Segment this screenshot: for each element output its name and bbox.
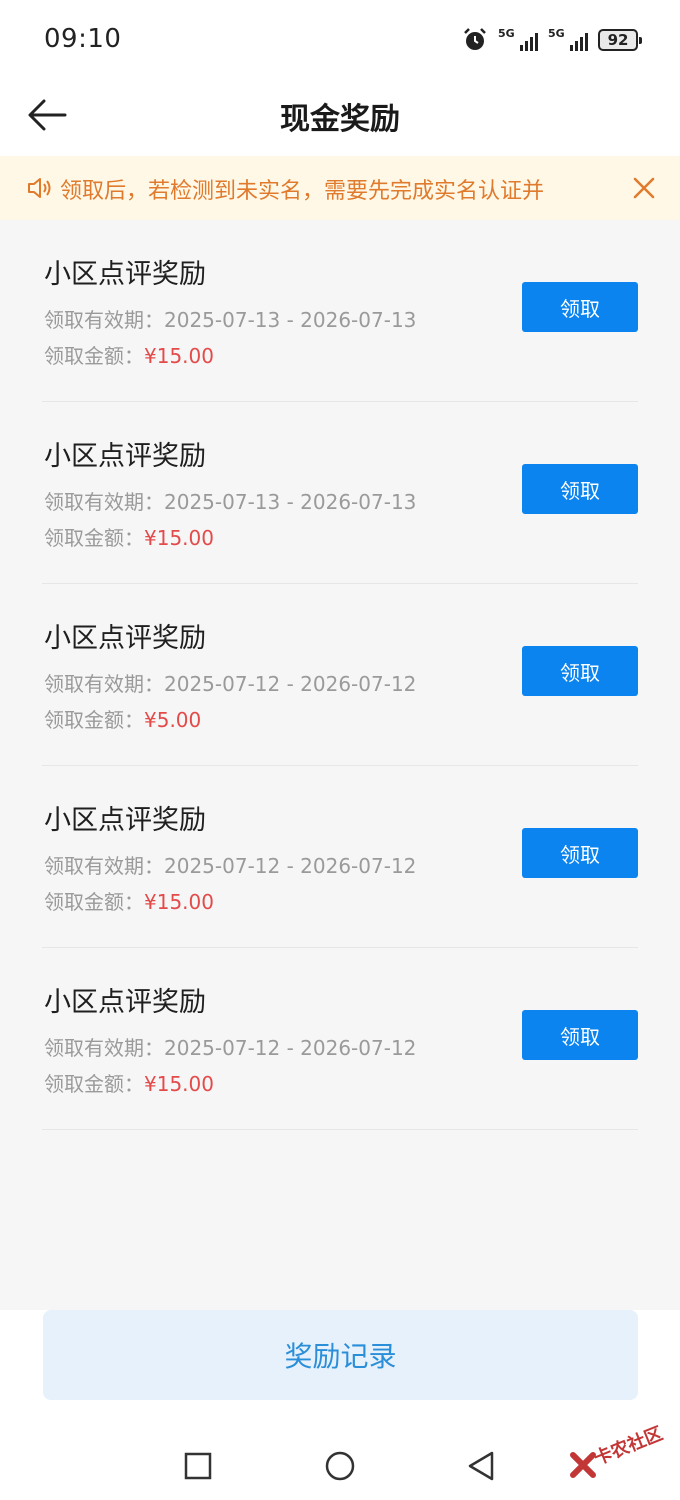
reward-validity: 领取有效期：2025-07-12 - 2026-07-12: [44, 672, 417, 696]
recents-square-icon[interactable]: [180, 1448, 216, 1484]
reward-records-button[interactable]: 奖励记录: [43, 1310, 638, 1400]
reward-title: 小区点评奖励: [44, 259, 206, 290]
battery-level: 92: [607, 31, 629, 49]
watermark: 卡农社区: [568, 1410, 668, 1490]
bottom-area: 奖励记录: [0, 1310, 680, 1420]
reward-validity: 领取有效期：2025-07-12 - 2026-07-12: [44, 1036, 417, 1060]
reward-amount: ¥5.00: [144, 708, 202, 732]
page-title: 现金奖励: [280, 102, 400, 137]
battery-icon: 92: [598, 29, 642, 51]
reward-title: 小区点评奖励: [44, 441, 206, 472]
claim-button[interactable]: 领取: [522, 282, 638, 332]
list-item: 小区点评奖励 领取有效期：2025-07-13 - 2026-07-13 领取金…: [42, 220, 638, 402]
speaker-icon: [28, 178, 51, 198]
reward-amount-row: 领取金额：¥15.00: [44, 526, 214, 550]
list-item: 小区点评奖励 领取有效期：2025-07-12 - 2026-07-12 领取金…: [42, 584, 638, 766]
claim-button[interactable]: 领取: [522, 464, 638, 514]
notice-close-button[interactable]: [628, 172, 660, 204]
claim-button[interactable]: 领取: [522, 646, 638, 696]
signal-icon: 5G: [498, 27, 538, 53]
reward-amount: ¥15.00: [144, 344, 214, 368]
reward-amount: ¥15.00: [144, 526, 214, 550]
reward-amount-row: 领取金额：¥5.00: [44, 708, 202, 732]
list-item: 小区点评奖励 领取有效期：2025-07-12 - 2026-07-12 领取金…: [42, 766, 638, 948]
claim-button[interactable]: 领取: [522, 828, 638, 878]
list-item: 小区点评奖励 领取有效期：2025-07-12 - 2026-07-12 领取金…: [42, 948, 638, 1130]
reward-validity: 领取有效期：2025-07-12 - 2026-07-12: [44, 854, 417, 878]
reward-title: 小区点评奖励: [44, 805, 206, 836]
reward-title: 小区点评奖励: [44, 987, 206, 1018]
watermark-text: 卡农社区: [591, 1423, 666, 1470]
close-icon: [633, 177, 655, 199]
header: 现金奖励: [0, 78, 680, 156]
list-item: 小区点评奖励 领取有效期：2025-07-13 - 2026-07-13 领取金…: [42, 402, 638, 584]
reward-validity: 领取有效期：2025-07-13 - 2026-07-13: [44, 308, 417, 332]
reward-amount: ¥15.00: [144, 890, 214, 914]
alarm-icon: [464, 28, 486, 50]
reward-amount-row: 领取金额：¥15.00: [44, 344, 214, 368]
back-triangle-icon[interactable]: [464, 1448, 500, 1484]
home-circle-icon[interactable]: [322, 1448, 358, 1484]
reward-amount: ¥15.00: [144, 1072, 214, 1096]
claim-button[interactable]: 领取: [522, 1010, 638, 1060]
network-type-1: 5G: [498, 27, 515, 40]
notice-bar: 领取后，若检测到未实名，需要先完成实名认证并: [0, 156, 680, 220]
reward-list: 小区点评奖励 领取有效期：2025-07-13 - 2026-07-13 领取金…: [0, 220, 680, 1130]
network-type-2: 5G: [548, 27, 565, 40]
status-bar: 09:10 5G 5G 92: [0, 0, 680, 78]
signal-icon: 5G: [548, 27, 588, 53]
notice-text: 领取后，若检测到未实名，需要先完成实名认证并: [60, 179, 545, 204]
reward-amount-row: 领取金额：¥15.00: [44, 890, 214, 914]
reward-validity: 领取有效期：2025-07-13 - 2026-07-13: [44, 490, 417, 514]
reward-title: 小区点评奖励: [44, 623, 206, 654]
status-time: 09:10: [44, 24, 122, 54]
status-icons: 5G 5G 92: [462, 24, 642, 56]
reward-amount-row: 领取金额：¥15.00: [44, 1072, 214, 1096]
